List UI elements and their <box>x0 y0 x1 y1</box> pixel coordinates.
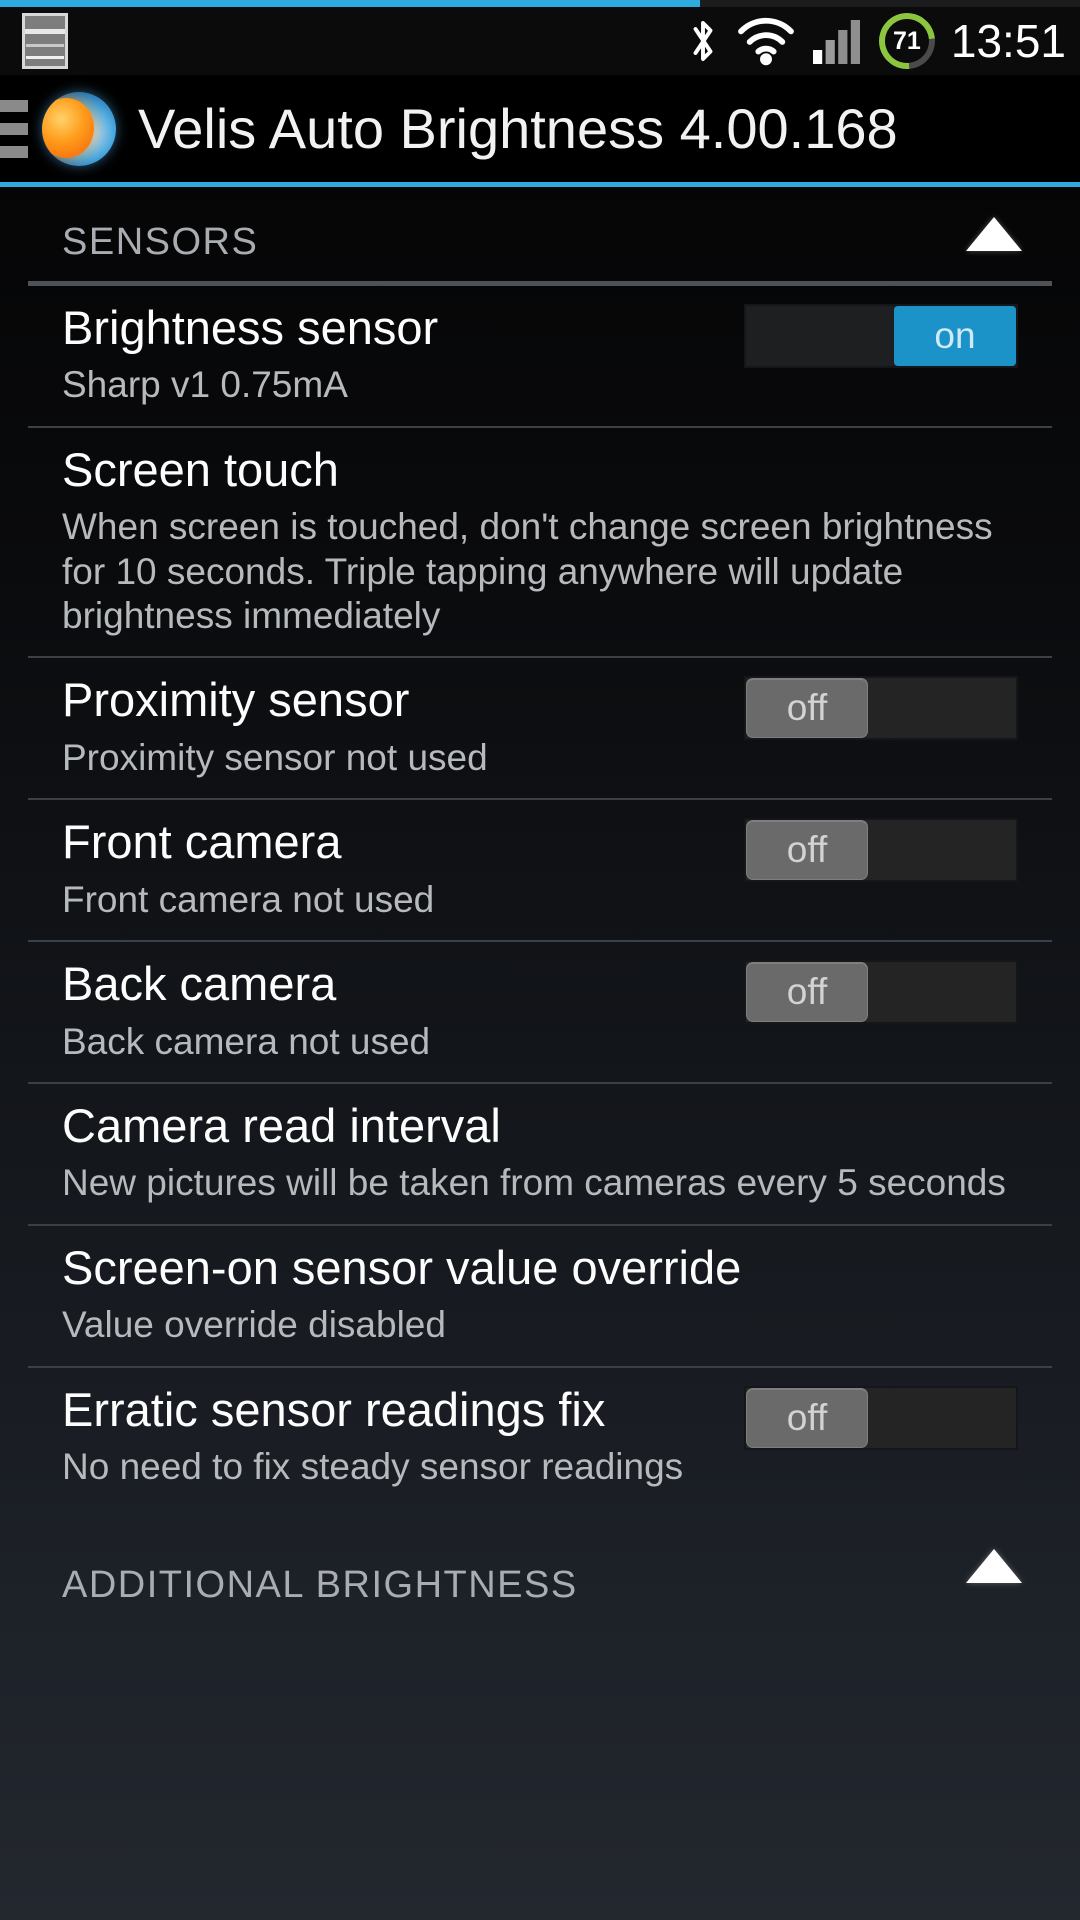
status-bar: 71 13:51 <box>0 1 1080 81</box>
section-title: SENSORS <box>62 221 259 263</box>
section-title: ADDITIONAL BRIGHTNESS <box>62 1563 578 1606</box>
battery-level-label: 71 <box>892 26 921 55</box>
list-item-description: No need to fix steady sensor readings <box>62 1446 684 1488</box>
list-item-screen-on-sensor-override[interactable]: Screen-on sensor value override Value ov… <box>0 1226 1080 1366</box>
list-item-description: New pictures will be taken from cameras … <box>62 1162 1006 1204</box>
list-item-title: Screen touch <box>62 442 339 496</box>
toggle-thumb: off <box>746 1387 868 1448</box>
hamburger-menu-icon[interactable] <box>0 99 28 158</box>
app-screen: 71 13:51 Velis Auto Brightness 4.00.168 … <box>0 0 1080 1920</box>
velis-sun-earth-icon[interactable] <box>42 91 116 166</box>
settings-list: SENSORS Brightness sensor Sharp v1 0.75m… <box>0 187 1080 1920</box>
list-item-description: Front camera not used <box>62 878 435 920</box>
list-item-erratic-sensor-fix[interactable]: Erratic sensor readings fix No need to f… <box>0 1368 1080 1508</box>
section-header-sensors[interactable]: SENSORS <box>0 187 1080 281</box>
collapse-up-arrow-icon[interactable] <box>966 217 1022 251</box>
toggle-front-camera[interactable]: off <box>744 818 1018 883</box>
collapse-up-arrow-icon[interactable] <box>966 1548 1022 1583</box>
app-title-bar: Velis Auto Brightness 4.00.168 <box>0 75 1080 182</box>
page-title: Velis Auto Brightness 4.00.168 <box>138 96 898 160</box>
list-item-description: Value override disabled <box>62 1304 446 1346</box>
wifi-icon <box>737 17 794 66</box>
toggle-back-camera[interactable]: off <box>744 960 1018 1025</box>
list-item-screen-touch[interactable]: Screen touch When screen is touched, don… <box>0 428 1080 657</box>
toggle-proximity-sensor[interactable]: off <box>744 676 1018 741</box>
screenshot-icon <box>22 13 68 69</box>
toggle-thumb: off <box>746 962 868 1023</box>
list-item-description: When screen is touched, don't change scr… <box>62 506 993 637</box>
list-item-title: Camera read interval <box>62 1099 501 1152</box>
top-progress-fill <box>0 0 700 7</box>
toggle-thumb: on <box>894 306 1016 366</box>
list-item-brightness-sensor[interactable]: Brightness sensor Sharp v1 0.75mA on <box>0 286 1080 426</box>
toggle-thumb: off <box>746 820 868 881</box>
list-item-description: Back camera not used <box>62 1020 431 1062</box>
status-clock: 13:51 <box>950 15 1066 67</box>
list-item-back-camera[interactable]: Back camera Back camera not used off <box>0 942 1080 1082</box>
toggle-thumb: off <box>746 678 868 739</box>
top-progress-bar <box>0 0 1080 7</box>
list-item-camera-read-interval[interactable]: Camera read interval New pictures will b… <box>0 1084 1080 1224</box>
cell-signal-icon <box>812 20 860 64</box>
toggle-brightness-sensor[interactable]: on <box>744 304 1018 368</box>
section-header-additional-brightness[interactable]: ADDITIONAL BRIGHTNESS <box>0 1508 1080 1624</box>
toggle-erratic-sensor-fix[interactable]: off <box>744 1385 1018 1450</box>
list-item-description: Sharp v1 0.75mA <box>62 364 348 406</box>
list-item-description: Proximity sensor not used <box>62 736 488 778</box>
battery-indicator: 71 <box>867 1 947 81</box>
bluetooth-icon <box>693 21 713 61</box>
list-item-title: Screen-on sensor value override <box>62 1240 742 1294</box>
list-item-proximity-sensor[interactable]: Proximity sensor Proximity sensor not us… <box>0 658 1080 798</box>
list-item-front-camera[interactable]: Front camera Front camera not used off <box>0 800 1080 940</box>
